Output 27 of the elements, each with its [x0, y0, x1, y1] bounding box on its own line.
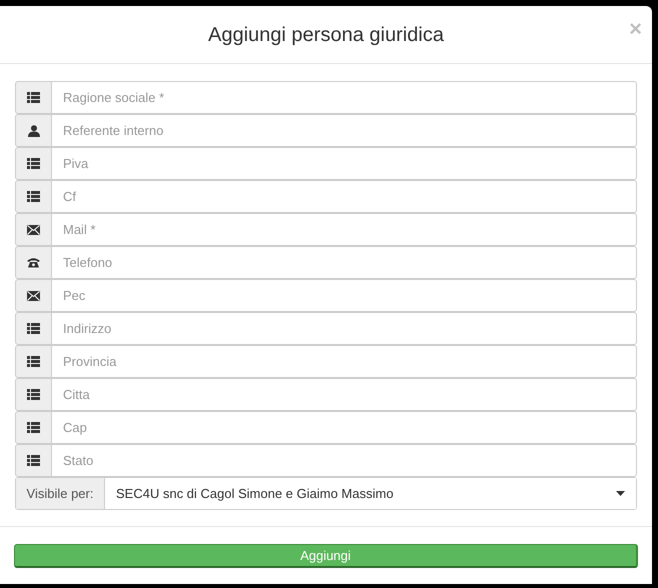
list-icon: [27, 92, 40, 103]
close-button[interactable]: ×: [629, 18, 642, 40]
input-field[interactable]: Cf: [52, 180, 637, 213]
input-field[interactable]: Indirizzo: [52, 312, 637, 345]
input-field[interactable]: Telefono: [52, 246, 637, 279]
phone-icon: [27, 257, 40, 268]
envelope-icon: [27, 290, 40, 300]
dialog-title: Aggiungi persona giuridica: [208, 22, 444, 48]
input-field[interactable]: Pec: [52, 279, 637, 312]
submit-button[interactable]: Aggiungi: [14, 544, 638, 568]
envelope-icon: [27, 224, 40, 234]
input-field[interactable]: Referente interno: [52, 114, 637, 147]
input-field[interactable]: Cap: [52, 411, 637, 444]
list-icon: [27, 455, 40, 466]
list-icon: [27, 389, 40, 400]
list-icon: [27, 422, 40, 433]
list-icon: [27, 191, 40, 202]
list-icon: [27, 158, 40, 169]
user-icon: [28, 124, 40, 136]
input-field[interactable]: Piva: [52, 147, 637, 180]
input-field[interactable]: Provincia: [52, 345, 637, 378]
list-icon: [27, 323, 40, 334]
input-field[interactable]: Ragione sociale *: [52, 81, 637, 114]
input-field[interactable]: Citta: [52, 378, 637, 411]
list-icon: [27, 356, 40, 367]
input-field[interactable]: Mail *: [52, 213, 637, 246]
input-field[interactable]: Stato: [52, 444, 637, 477]
